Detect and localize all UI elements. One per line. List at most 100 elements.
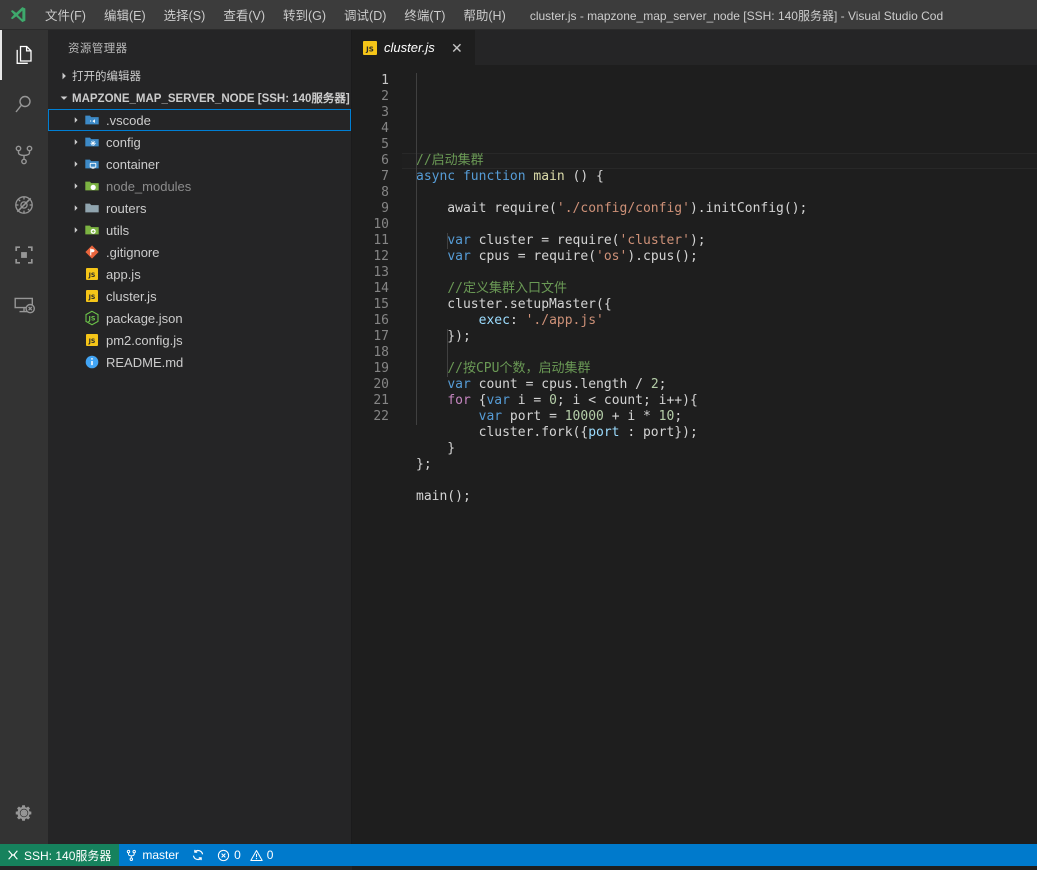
- code-line[interactable]: async function main () {: [402, 169, 1037, 185]
- code-line[interactable]: [402, 473, 1037, 489]
- code-line[interactable]: cluster.setupMaster({: [402, 297, 1037, 313]
- activity-item-source-control[interactable]: [0, 130, 48, 180]
- indent-guide: [447, 233, 448, 249]
- code-line[interactable]: await require('./config/config').initCon…: [402, 201, 1037, 217]
- activity-item-run-debug[interactable]: [0, 180, 48, 230]
- code-token: i =: [509, 393, 550, 408]
- tab-cluster-js[interactable]: JS cluster.js ✕: [352, 30, 476, 65]
- section-root-folder-label: MAPZONE_MAP_SERVER_NODE [SSH: 140服务器]: [72, 93, 350, 105]
- code-line[interactable]: var count = cpus.length / 2;: [402, 377, 1037, 393]
- code-line[interactable]: for {var i = 0; i < count; i++){: [402, 393, 1037, 409]
- folder-node-icon: [84, 178, 100, 194]
- activity-item-explorer[interactable]: [0, 30, 48, 80]
- debug-icon: [12, 193, 36, 217]
- code-token: function: [462, 169, 526, 184]
- editor-area: JS cluster.js ✕ 1 2 3 4 5 6 7 8 9 10 11 12 13 14 15 16 1…: [352, 30, 1037, 844]
- tree-item-utils[interactable]: utils: [48, 219, 351, 241]
- code-token: :: [509, 313, 526, 328]
- svg-text:JS: JS: [88, 272, 96, 279]
- code-line[interactable]: //按CPU个数，启动集群: [402, 361, 1037, 377]
- code-token: exec: [478, 313, 510, 328]
- line-number: 12: [373, 249, 389, 264]
- code-token: ).initConfig();: [689, 201, 808, 216]
- menu-go[interactable]: 转到(G): [274, 0, 335, 30]
- folder-config-icon: [84, 134, 100, 150]
- menu-terminal[interactable]: 终端(T): [395, 0, 454, 30]
- code-line[interactable]: var cluster = require('cluster');: [402, 233, 1037, 249]
- tree-item-pm2-config-js[interactable]: JS pm2.config.js: [48, 329, 351, 351]
- code-token: var: [447, 233, 471, 248]
- code-line[interactable]: [402, 217, 1037, 233]
- tree-item-routers[interactable]: routers: [48, 197, 351, 219]
- section-root-folder[interactable]: MAPZONE_MAP_SERVER_NODE [SSH: 140服务器]: [48, 87, 351, 109]
- status-bar: SSH: 140服务器 master 0 0: [0, 844, 1037, 866]
- code-line[interactable]: main();: [402, 489, 1037, 505]
- activity-item-manage-settings[interactable]: [0, 788, 48, 838]
- menu-terminal-label: 终端(T): [404, 9, 446, 23]
- code-line[interactable]: [402, 345, 1037, 361]
- info-icon: [84, 354, 100, 370]
- code-line[interactable]: [402, 265, 1037, 281]
- svg-text:JS: JS: [365, 45, 374, 53]
- svg-text:JS: JS: [88, 294, 96, 301]
- status-branch[interactable]: master: [119, 844, 185, 866]
- tree-item-gitignore[interactable]: .gitignore: [48, 241, 351, 263]
- code-token: 2: [650, 377, 659, 392]
- activity-item-extensions[interactable]: [0, 230, 48, 280]
- tree-item-vscode[interactable]: .vscode: [48, 109, 351, 131]
- code-line[interactable]: exec: './app.js': [402, 313, 1037, 329]
- code-token: var: [478, 409, 503, 424]
- status-remote-label: SSH: 140服务器: [24, 848, 112, 863]
- activity-item-search[interactable]: [0, 80, 48, 130]
- workbench-body: 资源管理器 打开的编辑器 MAPZONE_MAP_SERVER_NODE [SS…: [0, 30, 1037, 844]
- javascript-icon: JS: [362, 40, 378, 56]
- code-line[interactable]: cluster.fork({port : port});: [402, 425, 1037, 441]
- close-icon[interactable]: ✕: [449, 40, 465, 56]
- code-line[interactable]: [402, 185, 1037, 201]
- tree-item-container[interactable]: container: [48, 153, 351, 175]
- code-token: var: [447, 249, 471, 264]
- line-number: 10: [373, 217, 389, 232]
- code-line[interactable]: //定义集群入口文件: [402, 281, 1037, 297]
- menu-selection[interactable]: 选择(S): [155, 0, 215, 30]
- line-number: 4: [381, 121, 389, 136]
- activity-item-remote-explorer[interactable]: [0, 280, 48, 330]
- tree-item-app-js[interactable]: JS app.js: [48, 263, 351, 285]
- code-line[interactable]: var port = 10000 + i * 10;: [402, 409, 1037, 425]
- code-line[interactable]: }: [402, 441, 1037, 457]
- menu-file[interactable]: 文件(F): [36, 0, 95, 30]
- editor-tab-bar: JS cluster.js ✕: [352, 30, 1037, 65]
- code-line[interactable]: //启动集群: [402, 153, 1037, 169]
- tree-item-label: README.md: [106, 354, 184, 370]
- tree-item-package-json[interactable]: JS package.json: [48, 307, 351, 329]
- tree-item-readme-md[interactable]: README.md: [48, 351, 351, 373]
- code-line[interactable]: });: [402, 329, 1037, 345]
- menu-edit[interactable]: 编辑(E): [95, 0, 155, 30]
- tree-item-config[interactable]: config: [48, 131, 351, 153]
- sidebar-explorer: 资源管理器 打开的编辑器 MAPZONE_MAP_SERVER_NODE [SS…: [48, 30, 352, 844]
- status-problems[interactable]: 0 0: [211, 844, 279, 866]
- javascript-icon: JS: [84, 266, 100, 282]
- menu-debug[interactable]: 调试(D): [335, 0, 395, 30]
- code-editor[interactable]: 1 2 3 4 5 6 7 8 9 10 11 12 13 14 15 16 17 18 19 20 21 22 //启动…: [352, 65, 1037, 844]
- code-line[interactable]: var cpus = require('os').cpus();: [402, 249, 1037, 265]
- error-icon: [217, 849, 230, 862]
- code-token: 0: [549, 393, 557, 408]
- line-number: 6: [381, 153, 389, 168]
- code-line[interactable]: };: [402, 457, 1037, 473]
- status-sync[interactable]: [185, 844, 211, 866]
- sync-icon: [191, 848, 205, 862]
- code-token: async: [416, 169, 456, 184]
- menu-help-label: 帮助(H): [463, 9, 506, 23]
- tree-item-node-modules[interactable]: node_modules: [48, 175, 351, 197]
- menu-view[interactable]: 查看(V): [214, 0, 274, 30]
- section-open-editors[interactable]: 打开的编辑器: [48, 65, 351, 87]
- status-remote-indicator[interactable]: SSH: 140服务器: [0, 844, 120, 866]
- menu-help[interactable]: 帮助(H): [454, 0, 514, 30]
- tree-item-cluster-js[interactable]: JS cluster.js: [48, 285, 351, 307]
- code-content[interactable]: //启动集群 async function main () { await req…: [402, 65, 1037, 844]
- javascript-icon: JS: [84, 332, 100, 348]
